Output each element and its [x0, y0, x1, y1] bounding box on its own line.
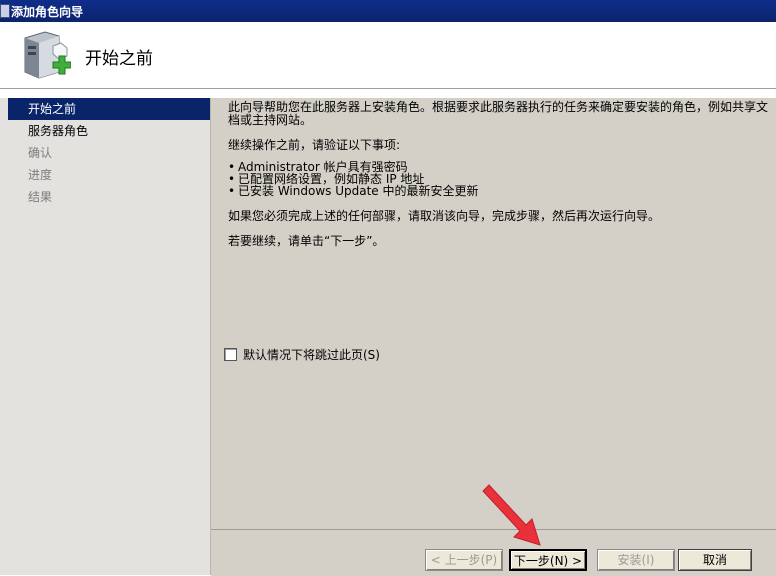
page-title: 开始之前: [85, 49, 153, 69]
list-item: • 已安装 Windows Update 中的最新安全更新: [228, 184, 479, 198]
window-title: 添加角色向导: [11, 5, 84, 19]
checkbox[interactable]: [224, 348, 237, 361]
wizard-steps-nav: 开始之前 服务器角色 确认 进度 结果: [0, 98, 211, 575]
nav-item-results: 结果: [28, 190, 53, 204]
wizard-content: 此向导帮助您在此服务器上安装角色。根据要求此服务器执行的任务来确定要安装的角色，…: [211, 98, 776, 529]
nav-item-progress: 进度: [28, 168, 53, 182]
continue-note: 若要继续，请单击“下一步”。: [228, 234, 385, 248]
nav-item-confirmation: 确认: [28, 146, 53, 160]
wizard-header: 开始之前: [0, 22, 776, 89]
title-bar: 添加角色向导: [0, 0, 776, 22]
install-button[interactable]: 安装(I): [597, 549, 675, 571]
cancel-button[interactable]: 取消: [678, 549, 752, 571]
wizard-button-bar: < 上一步(P) 下一步(N) > 安装(I) 取消: [211, 529, 776, 576]
window-system-icon[interactable]: [0, 4, 10, 18]
prerequisites-list: • Administrator 帐户具有强密码 • 已配置网络设置，例如静态 IP …: [228, 161, 478, 197]
fix-note: 如果您必须完成上述的任何部骤，请取消该向导，完成步骤，然后再次运行向导。: [228, 209, 661, 223]
prerequisites-title: 继续操作之前，请验证以下事项:: [228, 138, 401, 152]
next-button[interactable]: 下一步(N) >: [509, 549, 587, 571]
skip-page-label: 默认情况下将跳过此页(S): [243, 348, 380, 362]
server-add-icon: [24, 31, 71, 79]
intro-text: 此向导帮助您在此服务器上安装角色。根据要求此服务器执行的任务来确定要安装的角色，…: [228, 100, 769, 127]
nav-item-server-roles[interactable]: 服务器角色: [8, 120, 210, 142]
nav-item-before-you-begin[interactable]: 开始之前: [8, 98, 210, 120]
skip-page-checkbox[interactable]: 默认情况下将跳过此页(S): [224, 346, 380, 363]
previous-button[interactable]: < 上一步(P): [425, 549, 503, 571]
